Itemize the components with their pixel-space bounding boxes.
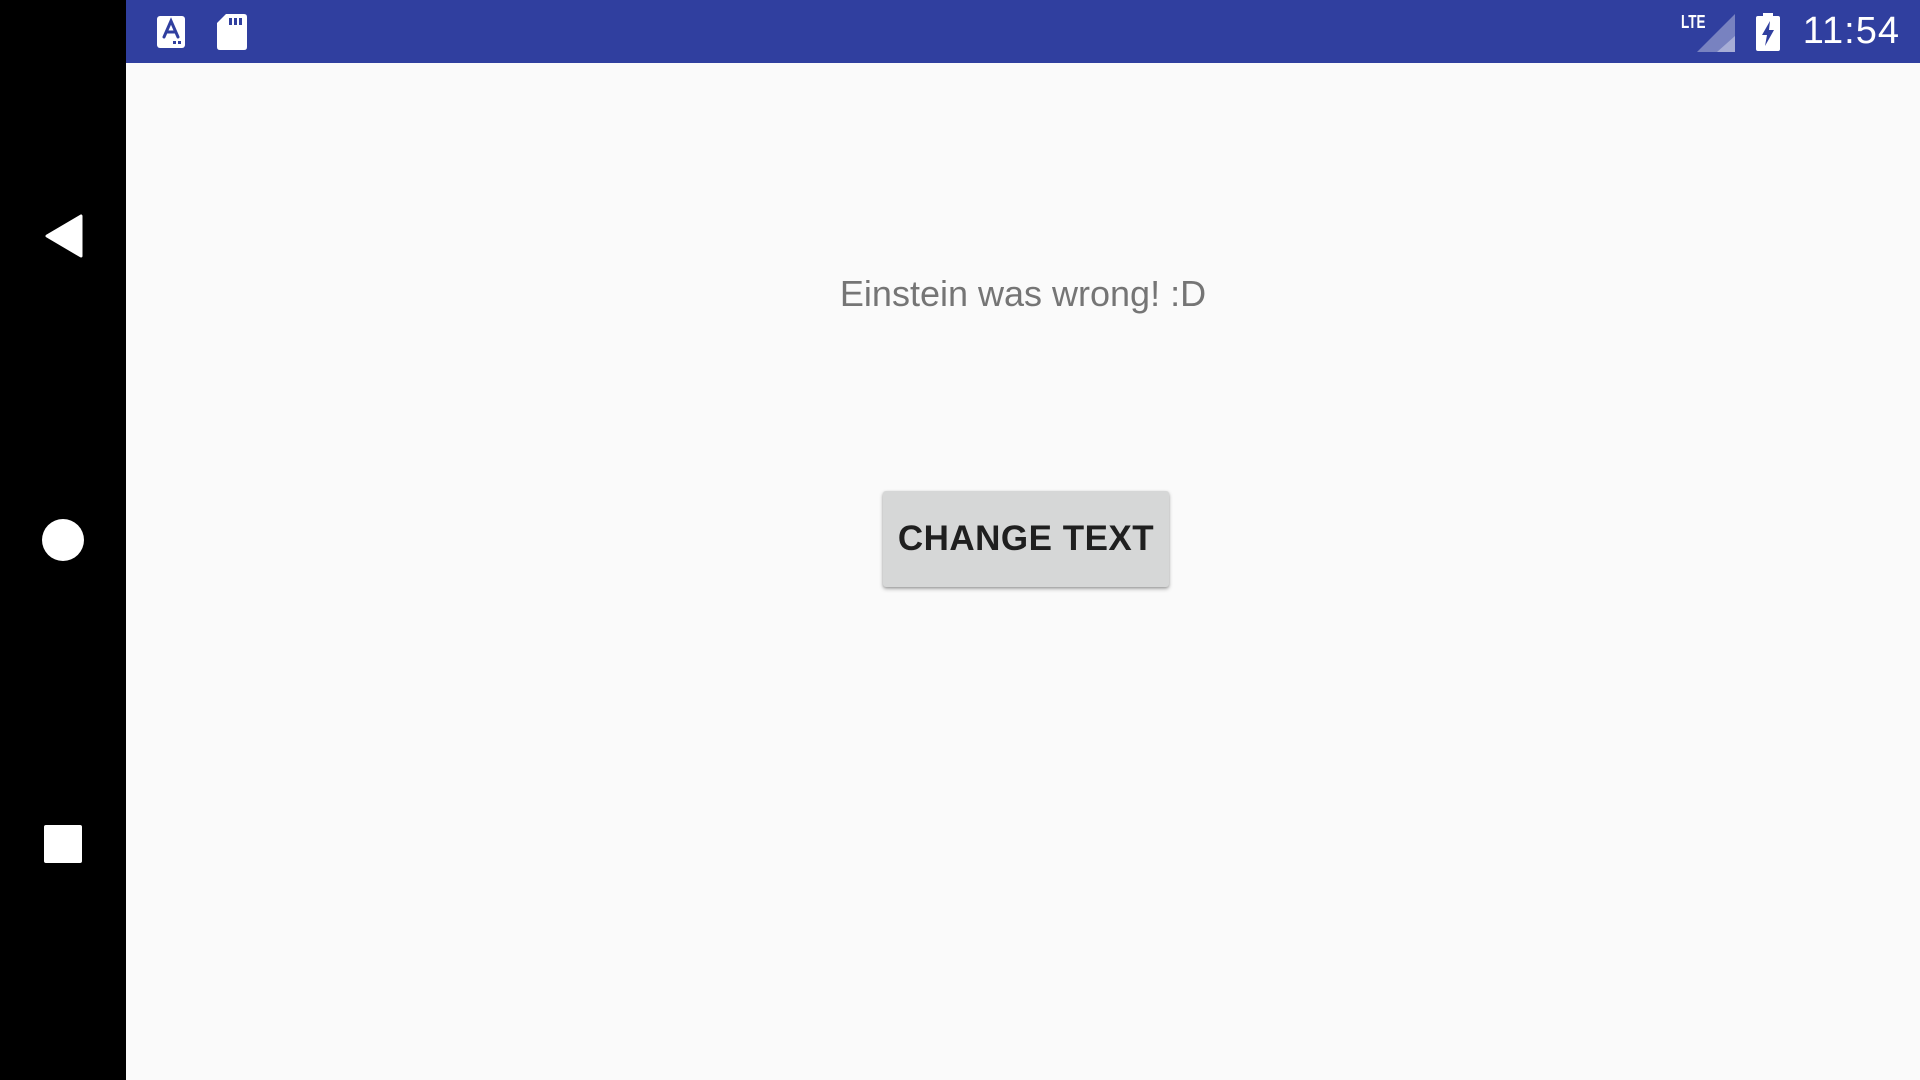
home-circle-icon <box>42 519 84 561</box>
change-text-button[interactable]: CHANGE TEXT <box>883 491 1169 587</box>
status-bar: LTE 11:54 <box>126 0 1920 63</box>
navigation-bar <box>0 0 126 1080</box>
recents-button[interactable] <box>0 784 126 904</box>
home-button[interactable] <box>0 480 126 600</box>
message-text: Einstein was wrong! :D <box>839 273 1207 314</box>
notification-icons <box>156 0 248 63</box>
app-content: Einstein was wrong! :D CHANGE TEXT <box>126 63 1920 1080</box>
battery-charging-icon <box>1755 12 1780 51</box>
back-triangle-icon <box>45 214 83 258</box>
text-input-icon <box>157 15 185 48</box>
back-button[interactable] <box>0 176 126 296</box>
signal-indicator: LTE <box>1681 10 1737 54</box>
sd-card-icon <box>217 13 247 50</box>
app-screen: LTE 11:54 Einstein was wrong! :D CHANGE … <box>0 0 1920 1080</box>
system-status: LTE 11:54 <box>1681 0 1900 63</box>
clock: 11:54 <box>1802 10 1900 52</box>
recents-square-icon <box>44 825 82 863</box>
signal-icon <box>1696 13 1735 52</box>
